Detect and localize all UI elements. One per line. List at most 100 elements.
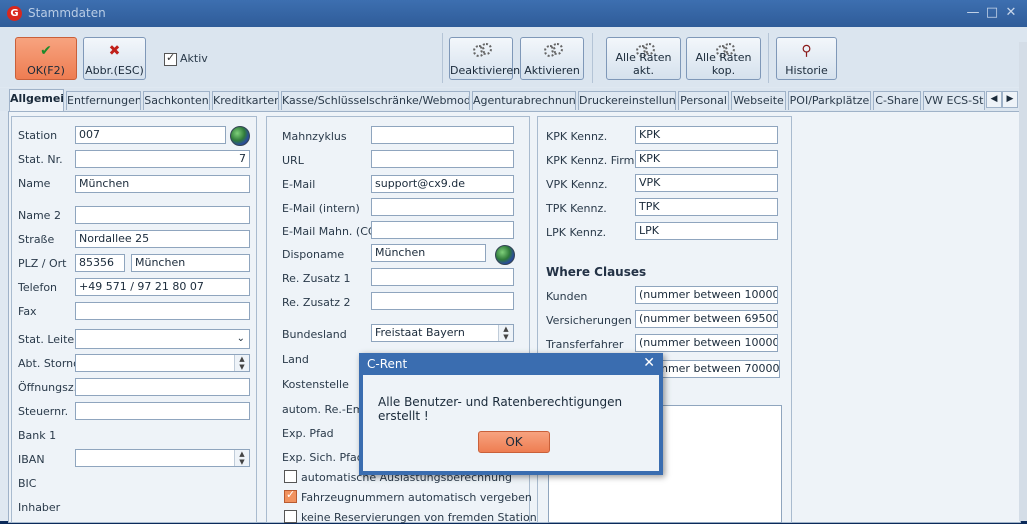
kostenstelle-label: Kostenstelle [282,378,349,391]
email-intern-label: E-Mail (intern) [282,202,360,215]
deactivate-button[interactable]: Deaktivieren [449,37,520,80]
stammdaten-window: G Stammdaten — □ ✕ ✔ OK(F2) ✖ Abbr.(ESC)… [0,0,1027,524]
spin-arrows-icon[interactable]: ▲ ▼ [234,450,249,466]
email-mahn-input[interactable] [371,221,514,239]
re-zusatz1-label: Re. Zusatz 1 [282,272,351,285]
tab-druckereinstellung[interactable]: Druckereinstellung [578,91,676,110]
gears-icon [450,43,512,59]
dialog-ok-button[interactable]: OK [478,431,550,453]
toolbar: ✔ OK(F2) ✖ Abbr.(ESC) Aktiv Deaktivieren… [0,27,1027,87]
vpk-label: VPK Kennz. [546,178,608,191]
tab-kasse[interactable]: Kasse/Schlüsselschränke/Webmodul [281,91,470,110]
tab-agenturabrechnung[interactable]: Agenturabrechnung [472,91,576,110]
inhaber-label: Inhaber [18,501,61,514]
stat-leiter-select[interactable]: ⌄ [75,329,250,349]
tpk-label: TPK Kennz. [546,202,607,215]
maximize-icon[interactable]: □ [984,5,1000,20]
title-bar: G Stammdaten — □ ✕ [0,0,1027,27]
stat-nr-input[interactable]: 7 [75,150,250,168]
email-label: E-Mail [282,178,316,191]
name-label: Name [18,177,51,190]
auslastung-checkbox[interactable] [284,470,297,483]
disponame-label: Disponame [282,248,345,261]
tab-poi-parkplaetze[interactable]: POI/Parkplätze [788,91,871,110]
tpk-input[interactable]: TPK [635,198,778,216]
kpk-input[interactable]: KPK [635,126,778,144]
name2-input[interactable] [75,206,250,224]
kpk-firm-input[interactable]: KPK [635,150,778,168]
tab-scroll-left-icon[interactable]: ◀ [986,91,1002,108]
tab-entfernungen[interactable]: Entfernungen [66,91,141,110]
all-rates-copy-button[interactable]: Alle Raten kop. [686,37,761,80]
tab-personal[interactable]: Personal [678,91,729,110]
spin-arrows-icon[interactable]: ▲ ▼ [234,355,249,371]
disponame-input[interactable]: München [371,244,486,262]
mahnzyklus-input[interactable] [371,126,514,144]
spin-arrows-icon[interactable]: ▲ ▼ [498,325,513,341]
kunden-label: Kunden [546,290,588,303]
history-icon: ⚲ [801,43,812,59]
abt-storno-spinner[interactable]: ▲ ▼ [75,354,250,372]
tab-c-share[interactable]: C-Share [873,91,921,110]
telefon-input[interactable]: +49 571 / 97 21 80 07 [75,278,250,296]
kpk-firm-label: KPK Kennz. Firm. [546,154,638,167]
vpk-input[interactable]: VPK [635,174,778,192]
window-title: Stammdaten [28,6,106,20]
fahrzeugnummern-checkbox[interactable] [284,488,297,503]
steuernr-input[interactable] [75,402,250,420]
iban-spinner[interactable]: ▲ ▼ [75,449,250,467]
strasse-input[interactable]: Nordallee 25 [75,230,250,248]
dialog-close-icon[interactable]: ✕ [643,355,655,371]
re-zusatz1-input[interactable] [371,268,514,286]
tab-bar: Allgemein Entfernungen Sachkonten Kredit… [0,88,1027,111]
ok-button[interactable]: ✔ OK(F2) [15,37,77,80]
email-input[interactable]: support@cx9.de [371,175,514,193]
plz-input[interactable]: 85356 [75,254,125,272]
toolbar-divider [442,33,443,83]
keine-reservierungen-label: keine Reservierungen von fremden Station… [301,511,551,524]
globe-icon[interactable] [495,245,515,265]
autom-re-label: autom. Re.-Emp [282,403,371,416]
bic-label: BIC [18,477,37,490]
ort-input[interactable]: München [131,254,250,272]
name-input[interactable]: München [75,175,250,193]
transferfahrer-input[interactable]: (nummer between 100000 an [635,334,778,352]
stat-leiter-label: Stat. Leiter [18,333,79,346]
minimize-icon[interactable]: — [965,5,981,20]
iban-label: IBAN [18,453,45,466]
email-mahn-label: E-Mail Mahn. (CC) [282,225,380,238]
history-button[interactable]: ⚲ Historie [776,37,837,80]
name2-label: Name 2 [18,209,61,222]
close-icon[interactable]: ✕ [1003,5,1019,20]
tab-allgemein[interactable]: Allgemein [9,89,64,111]
versicherungen-input[interactable]: (nummer between 69500 and [635,310,778,328]
chevron-down-icon: ⌄ [236,333,245,344]
kunden-input[interactable]: (nummer between 10000 and [635,286,778,304]
tab-webseite[interactable]: Webseite [731,91,786,110]
abt-storno-label: Abt. Storno [18,357,80,370]
all-rates-update-button[interactable]: Alle Raten akt. [606,37,681,80]
tab-kreditkarten[interactable]: Kreditkarten [212,91,279,110]
bundesland-spinner[interactable]: Freistaat Bayern ▲ ▼ [371,324,514,342]
url-input[interactable] [371,150,514,168]
lpk-label: LPK Kennz. [546,226,607,239]
oeffnung-input[interactable] [75,378,250,396]
cancel-button[interactable]: ✖ Abbr.(ESC) [83,37,146,80]
globe-icon[interactable] [230,126,250,146]
active-checkbox[interactable] [164,51,177,66]
fax-input[interactable] [75,302,250,320]
tab-vw-ecs[interactable]: VW ECS-St [923,91,985,110]
tab-scroll-right-icon[interactable]: ▶ [1002,91,1018,108]
bank1-label: Bank 1 [18,429,57,442]
activate-button[interactable]: Aktivieren [520,37,584,80]
re-zusatz2-input[interactable] [371,292,514,310]
station-input[interactable]: 007 [75,126,226,144]
vertical-scrollbar[interactable] [1019,42,1027,521]
tab-sachkonten[interactable]: Sachkonten [143,91,210,110]
lpk-input[interactable]: LPK [635,222,778,240]
active-label: Aktiv [180,52,208,65]
keine-reservierungen-checkbox[interactable] [284,510,297,523]
email-intern-input[interactable] [371,198,514,216]
bundesland-value: Freistaat Bayern [375,326,465,339]
cross-icon: ✖ [108,43,121,59]
